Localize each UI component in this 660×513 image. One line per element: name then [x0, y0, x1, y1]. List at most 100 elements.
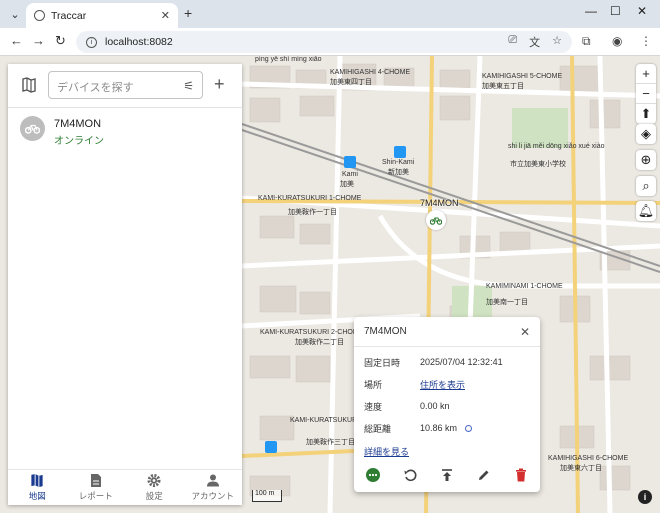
- report-icon: [90, 474, 101, 487]
- url-text: localhost:8082: [105, 36, 173, 48]
- compass-icon[interactable]: ⬆: [636, 104, 656, 124]
- replay-icon: [404, 469, 417, 482]
- profile-icon[interactable]: ◉: [612, 34, 622, 48]
- device-avatar: [20, 116, 45, 141]
- svg-text:市立加美東小学校: 市立加美東小学校: [510, 159, 566, 168]
- browser-menu-icon[interactable]: ⋮: [640, 34, 652, 48]
- filter-icon[interactable]: ⚟: [183, 79, 194, 93]
- layers-button[interactable]: ◈: [636, 124, 656, 144]
- new-tab-icon[interactable]: +: [184, 5, 192, 21]
- speed-label: 速度: [364, 401, 383, 412]
- nav-account[interactable]: アカウント: [184, 470, 243, 505]
- map-toggle-icon[interactable]: [22, 77, 36, 93]
- svg-text:加美鞍作二丁目: 加美鞍作二丁目: [295, 337, 344, 346]
- svg-text:加美: 加美: [340, 179, 354, 188]
- translate-icon[interactable]: 文: [529, 34, 540, 50]
- gear-icon: [147, 474, 161, 487]
- svg-text:shi li jiā měi dōng xiǎo xué x: shi li jiā měi dōng xiǎo xué xiào: [508, 143, 605, 150]
- device-name: 7M4MON: [54, 118, 102, 130]
- browser-tab-bar: ⌄ Traccar ✕ + — ☐ ✕: [0, 0, 660, 28]
- extensions-icon[interactable]: ⧉: [582, 34, 591, 49]
- svg-text:Shin-Kami: Shin-Kami: [382, 159, 415, 166]
- browser-toolbar: ← → ↻ i localhost:8082 ⎚ 文 ☆ ⧉ ◉ ⋮: [0, 28, 660, 56]
- tab-title: Traccar: [51, 9, 87, 22]
- nav-settings[interactable]: 設定: [125, 470, 184, 505]
- device-status: オンライン: [54, 136, 104, 147]
- site-info-icon[interactable]: i: [86, 36, 97, 48]
- popup-row-fix-time: 固定日時 2025/07/04 12:32:41: [354, 351, 540, 373]
- reload-icon[interactable]: ↻: [55, 33, 66, 49]
- tab-close-icon[interactable]: ✕: [161, 9, 170, 22]
- marker-label: 7M4MON: [420, 198, 459, 208]
- svg-text:加美東四丁目: 加美東四丁目: [330, 77, 372, 86]
- back-icon[interactable]: ←: [10, 33, 23, 48]
- locate-button[interactable]: ⊕: [636, 150, 656, 170]
- speed-value: 0.00 kn: [420, 401, 450, 411]
- popup-header: 7M4MON ✕: [354, 317, 540, 347]
- address-label: 場所: [364, 379, 383, 390]
- search-placeholder: デバイスを探す: [57, 82, 134, 94]
- svg-text:KAMIHIGASHI 6-CHOME: KAMIHIGASHI 6-CHOME: [548, 455, 628, 462]
- nav-reports-label: レポート: [78, 491, 113, 501]
- svg-text:KAMIHIGASHI 5-CHOME: KAMIHIGASHI 5-CHOME: [482, 73, 562, 80]
- device-search-row: デバイスを探す ⚟ +: [8, 64, 242, 108]
- zoom-out-icon[interactable]: −: [636, 84, 656, 104]
- bookmark-star-icon[interactable]: ☆: [552, 34, 562, 50]
- layers-icon[interactable]: ◈: [636, 124, 656, 144]
- popup-title: 7M4MON: [364, 326, 407, 337]
- window-close-icon[interactable]: ✕: [637, 4, 647, 18]
- attribution-info-icon[interactable]: i: [638, 490, 652, 504]
- total-distance-value: 10.86 km: [420, 423, 458, 433]
- address-bar[interactable]: i localhost:8082 ⎚ 文 ☆: [76, 31, 572, 53]
- svg-text:加美鞍作一丁目: 加美鞍作一丁目: [288, 207, 337, 216]
- forward-icon[interactable]: →: [32, 33, 45, 48]
- zoom-in-icon[interactable]: +: [636, 64, 656, 84]
- engine-hours-icon: [465, 424, 473, 432]
- person-icon: [206, 474, 219, 487]
- add-device-icon[interactable]: +: [214, 74, 225, 95]
- device-search-input[interactable]: デバイスを探す ⚟: [48, 71, 203, 99]
- svg-text:KAMI-KURATSUKURI 2-CHOME: KAMI-KURATSUKURI 2-CHOME: [260, 329, 364, 336]
- bicycle-icon: [25, 124, 40, 134]
- edit-button[interactable]: [476, 467, 492, 483]
- nav-settings-label: 設定: [145, 491, 163, 501]
- search-map-button[interactable]: ⌕: [636, 176, 656, 196]
- close-icon[interactable]: ✕: [520, 325, 530, 339]
- zoom-controls: + − ⬆: [636, 64, 656, 124]
- device-marker[interactable]: [426, 210, 446, 230]
- tab-search-icon[interactable]: ⌄: [6, 5, 24, 23]
- fix-time-label: 固定日時: [364, 357, 401, 368]
- fix-time-value: 2025/07/04 12:32:41: [420, 357, 503, 367]
- device-list-item[interactable]: 7M4MON オンライン: [8, 112, 242, 150]
- svg-text:KAMI-KURATSUKURI 1-CHOME: KAMI-KURATSUKURI 1-CHOME: [258, 195, 362, 202]
- device-panel: デバイスを探す ⚟ + 7M4MON オンライン 地図 レポート 設定 アカウン…: [8, 64, 242, 505]
- popup-actions: [354, 458, 540, 492]
- nav-account-label: アカウント: [191, 491, 234, 501]
- more-actions-button[interactable]: [365, 467, 381, 483]
- edit-icon: [479, 470, 489, 480]
- maximize-icon[interactable]: ☐: [610, 4, 621, 18]
- popup-row-total-distance: 総距離 10.86 km: [354, 417, 540, 439]
- delete-icon: [516, 468, 527, 482]
- search-icon[interactable]: ⌕: [636, 176, 656, 196]
- browser-tab[interactable]: Traccar ✕: [26, 3, 178, 28]
- notifications-button[interactable]: 🔔︎: [636, 201, 656, 221]
- bell-icon[interactable]: 🔔︎: [636, 201, 656, 221]
- popup-row-address: 場所 住所を表示: [354, 373, 540, 395]
- total-distance-label: 総距離: [364, 423, 392, 434]
- nav-map[interactable]: 地図: [8, 470, 67, 505]
- cast-icon[interactable]: ⎚: [508, 34, 517, 50]
- delete-button[interactable]: [513, 467, 529, 483]
- show-address-link[interactable]: 住所を表示: [420, 378, 465, 391]
- traccar-favicon-icon: [34, 10, 45, 21]
- locate-icon[interactable]: ⊕: [636, 150, 656, 170]
- replay-button[interactable]: [402, 467, 418, 483]
- send-command-button[interactable]: [439, 467, 455, 483]
- publish-icon: [441, 469, 452, 481]
- map-scale: 100 m: [252, 490, 282, 502]
- minimize-icon[interactable]: —: [585, 4, 597, 18]
- more-details-link[interactable]: 詳細を見る: [364, 447, 409, 457]
- more-horiz-icon: [365, 468, 380, 482]
- nav-reports[interactable]: レポート: [67, 470, 126, 505]
- svg-text:加美南一丁目: 加美南一丁目: [486, 297, 528, 306]
